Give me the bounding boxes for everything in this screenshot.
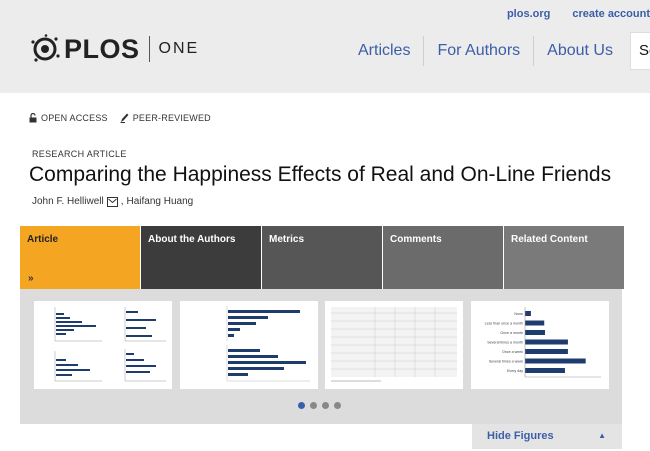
- author-name[interactable]: Haifang Huang: [126, 196, 193, 207]
- frequency-bar-chart: None Less than once a month Once a month Se…: [485, 311, 586, 373]
- figures-carousel: None Less than once a month Once a month Se…: [20, 289, 622, 424]
- bar: [525, 349, 568, 354]
- carousel-dot[interactable]: [322, 402, 329, 409]
- bar: [525, 330, 545, 335]
- peer-reviewed-label: PEER-REVIEWED: [132, 112, 211, 123]
- bar-label: Once a week: [502, 350, 523, 354]
- author-list: John F. Helliwell , Haifang Huang: [32, 196, 193, 207]
- article-badges: OPEN ACCESS PEER-REVIEWED: [29, 112, 211, 123]
- figure-thumbnail[interactable]: [34, 301, 172, 389]
- open-access-badge: OPEN ACCESS: [29, 112, 108, 123]
- figure-2-image: [226, 306, 310, 382]
- table-image: [331, 307, 457, 382]
- logo-plos-text: PLOS: [64, 34, 140, 64]
- plos-org-link[interactable]: plos.org: [507, 8, 550, 20]
- bar: [525, 368, 565, 373]
- tab-label: Metrics: [269, 234, 305, 245]
- tab-article[interactable]: Article »: [20, 226, 140, 289]
- bar-label: Once a month: [500, 331, 523, 335]
- tab-related-content[interactable]: Related Content: [504, 226, 624, 289]
- peer-reviewed-badge: PEER-REVIEWED: [120, 112, 211, 123]
- article-tabs: Article » About the Authors Metrics Comm…: [20, 226, 625, 289]
- hide-figures-label: Hide Figures: [487, 430, 554, 442]
- top-links: plos.org create account: [507, 8, 650, 20]
- carousel-dot[interactable]: [334, 402, 341, 409]
- plos-one-logo[interactable]: PLOS ONE: [30, 34, 199, 64]
- logo-one-text: ONE: [158, 40, 200, 57]
- figure-thumbnail[interactable]: [325, 301, 463, 389]
- mail-icon[interactable]: [106, 196, 118, 207]
- author-name[interactable]: John F. Helliwell: [32, 196, 104, 207]
- nav-for-authors[interactable]: For Authors: [424, 36, 533, 66]
- open-access-label: OPEN ACCESS: [41, 112, 108, 123]
- tab-label: About the Authors: [148, 234, 236, 245]
- bar: [525, 358, 586, 364]
- bar-label: Several times a week: [489, 360, 523, 364]
- pen-icon: [120, 113, 129, 123]
- open-lock-icon: [29, 112, 37, 122]
- bar-label: Several times a month: [487, 341, 523, 345]
- hide-figures-button[interactable]: Hide Figures ▲: [472, 424, 622, 449]
- plos-logo-icon: [31, 34, 60, 62]
- carousel-dot[interactable]: [298, 402, 305, 409]
- carousel-pagination: [298, 402, 341, 409]
- logo-divider: [148, 36, 150, 62]
- tab-label: Article: [27, 234, 59, 245]
- tab-label: Comments: [390, 234, 442, 245]
- create-account-link[interactable]: create account: [572, 8, 650, 20]
- nav-about-us[interactable]: About Us: [534, 36, 626, 66]
- article-title: Comparing the Happiness Effects of Real …: [29, 163, 612, 186]
- article-type: RESEARCH ARTICLE: [32, 149, 127, 159]
- figure-thumbnail[interactable]: [180, 301, 318, 389]
- bar-label: None: [514, 312, 523, 316]
- tab-metrics[interactable]: Metrics: [262, 226, 382, 289]
- author-separator: ,: [120, 196, 124, 207]
- carousel-dot[interactable]: [310, 402, 317, 409]
- bar: [525, 320, 545, 326]
- bar-label: Every day: [507, 369, 523, 373]
- main-nav: Articles For Authors About Us: [345, 36, 626, 66]
- bar-label: Less than once a month: [485, 322, 523, 326]
- caret-up-icon: ▲: [598, 431, 606, 440]
- tab-comments[interactable]: Comments: [383, 226, 503, 289]
- figure-1-image: [54, 307, 166, 382]
- tab-label: Related Content: [511, 234, 588, 245]
- tab-about-the-authors[interactable]: About the Authors: [141, 226, 261, 289]
- site-header: plos.org create account PLOS ONE Article…: [0, 0, 650, 93]
- search-input[interactable]: Se: [630, 32, 650, 70]
- bar: [525, 311, 531, 316]
- figure-thumbnail[interactable]: None Less than once a month Once a month Se…: [471, 301, 609, 389]
- chevron-down-icon: »: [28, 273, 34, 284]
- bar: [525, 339, 568, 345]
- figure-4-image: None Less than once a month Once a month Se…: [485, 307, 601, 378]
- nav-articles[interactable]: Articles: [345, 36, 423, 66]
